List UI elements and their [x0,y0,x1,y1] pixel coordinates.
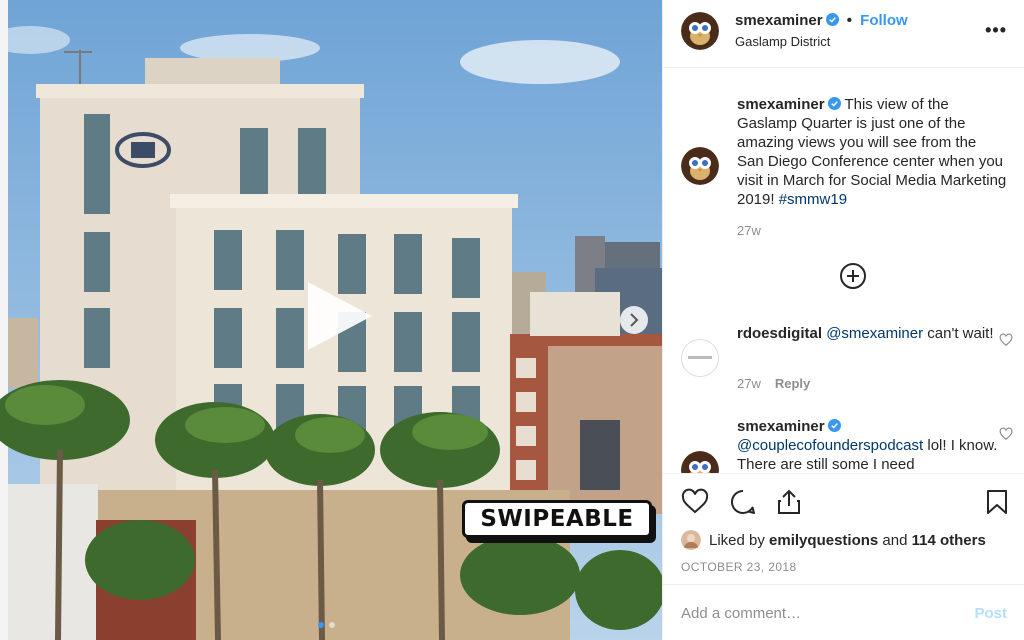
author-username[interactable]: smexaminer [735,12,823,29]
comment-meta: 27w Reply [737,376,810,391]
verified-badge-icon [825,13,839,26]
header-separator: • [846,12,852,29]
next-slide-button[interactable] [620,306,648,334]
liker-avatar[interactable] [681,530,701,550]
caption-age: 27w [737,223,761,238]
carousel-dot [329,622,335,628]
caption-text: smexaminer This view of the Gaslamp Quar… [737,95,1007,209]
header-user-line: smexaminer • Follow [735,12,908,29]
carousel-dots [318,622,335,628]
comment-mention[interactable]: @couplecofounderspodcast [737,437,923,454]
liked-by-user[interactable]: emilyquestions [769,532,878,549]
likes-others-link[interactable]: 114 others [912,532,986,549]
verified-badge-icon [827,97,841,110]
liked-by-prefix: Liked by [709,531,765,549]
comment-text: rdoesdigital @smexaminer can't wait! [737,324,1007,343]
reply-button[interactable]: Reply [775,376,810,391]
load-more-comments-icon[interactable] [839,262,867,290]
post-details-panel: smexaminer • Follow Gaslamp District •••… [662,0,1024,640]
more-options-icon[interactable]: ••• [985,20,1007,41]
comment-username[interactable]: smexaminer [737,418,825,435]
like-comment-heart-icon[interactable] [999,333,1013,347]
caption-hashtag[interactable]: #smmw19 [779,191,847,208]
comment-mention[interactable]: @smexaminer [826,325,923,342]
swipeable-overlay-label: SWIPEABLE [462,500,652,538]
commenter-avatar[interactable] [681,451,719,473]
comment-body: can't wait! [923,325,994,342]
commenter-avatar[interactable] [681,339,719,377]
owl-mascot-icon [681,12,719,50]
play-icon[interactable] [300,278,376,354]
liker-photo-icon [681,530,701,550]
save-bookmark-icon[interactable] [983,488,1011,516]
chevron-right-icon [630,313,639,327]
share-icon[interactable] [775,488,803,516]
comments-list[interactable]: smexaminer This view of the Gaslamp Quar… [663,69,1024,473]
comment-text: smexaminer @couplecofounderspodcast lol!… [737,417,1007,473]
rdoesdigital-logo-icon [682,340,718,376]
caption-username[interactable]: smexaminer [737,96,825,113]
post-date: OCTOBER 23, 2018 [681,560,797,574]
like-comment-heart-icon[interactable] [999,427,1013,441]
post-media[interactable]: SWIPEABLE [0,0,662,640]
location-link[interactable]: Gaslamp District [735,34,830,49]
carousel-dot-active [318,622,324,628]
liked-by-and: and [882,531,908,549]
owl-mascot-icon [681,451,719,473]
comment-username[interactable]: rdoesdigital [737,325,822,342]
owl-mascot-icon [681,147,719,185]
caption-avatar[interactable] [681,147,719,185]
post-header: smexaminer • Follow Gaslamp District ••• [663,0,1024,68]
verified-badge-icon [827,419,841,432]
comment-composer: Post [663,584,1024,640]
author-avatar[interactable] [681,12,719,50]
comment-input[interactable] [681,599,951,627]
comment-bubble-icon[interactable] [729,488,757,516]
follow-button[interactable]: Follow [860,12,908,29]
post-actions: Liked by emilyquestions and 114 others O… [663,473,1024,583]
likes-summary: Liked by emilyquestions and 114 others [681,530,986,550]
comment-age: 27w [737,376,761,391]
like-heart-icon[interactable] [681,488,709,516]
post-comment-button[interactable]: Post [974,605,1007,622]
